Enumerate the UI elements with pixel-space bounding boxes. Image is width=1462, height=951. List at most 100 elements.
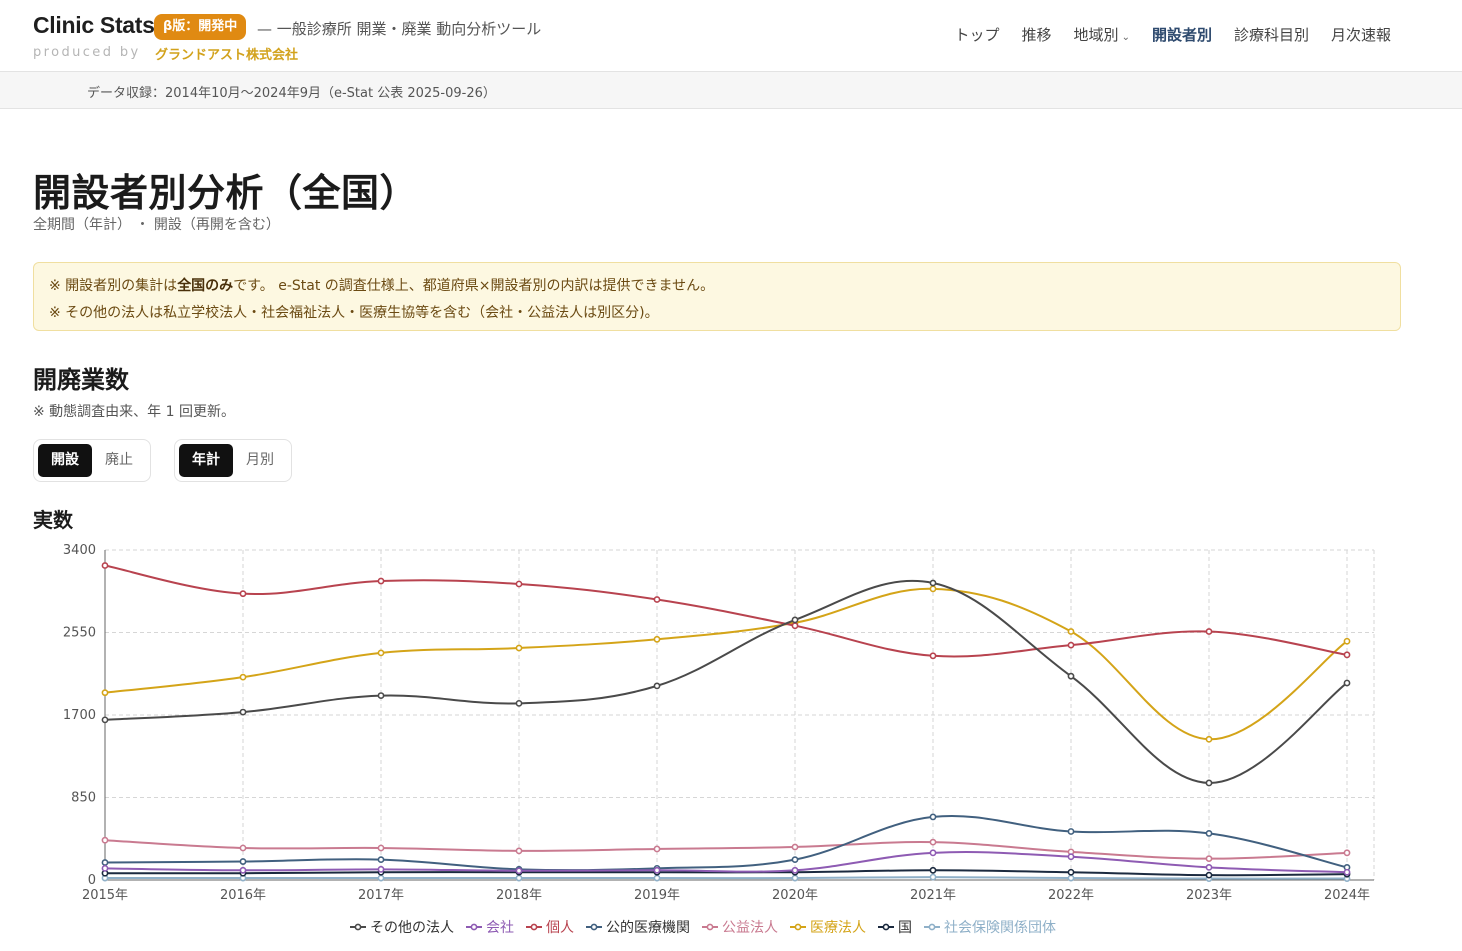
top-navbar: Clinic Stats β版：開発中 — 一般診療所 開業・廃業 動向分析ツー…: [0, 0, 1462, 72]
data-point: [653, 635, 661, 643]
data-point: [377, 856, 385, 864]
data-coverage-text: データ収録：2014年10月〜2024年9月（e-Stat 公表 2025-09…: [87, 86, 496, 101]
series-line: [104, 564, 1348, 658]
data-point: [377, 577, 385, 585]
nav-founder[interactable]: 開設者別: [1141, 24, 1223, 45]
data-point: [101, 859, 109, 866]
legend-item[interactable]: 医療法人: [790, 917, 866, 937]
data-point: [1343, 651, 1351, 659]
data-point: [377, 865, 385, 873]
chart-title: 実数: [33, 508, 73, 532]
data-point: [1205, 735, 1213, 743]
toggle-close-button[interactable]: 廃止: [92, 444, 146, 477]
beta-badge: β版：開発中: [154, 14, 247, 40]
data-point: [791, 622, 799, 630]
data-coverage-bar: データ収録：2014年10月〜2024年9月（e-Stat 公表 2025-09…: [0, 72, 1462, 109]
nav-specialty[interactable]: 診療科目別: [1223, 24, 1320, 45]
legend-item[interactable]: 公益法人: [702, 917, 778, 937]
data-point: [1205, 830, 1213, 837]
data-point: [515, 699, 523, 707]
x-tick-label: 2021年: [910, 888, 956, 903]
data-point: [515, 644, 523, 652]
data-point: [791, 856, 799, 864]
period-toggle: 年計 月別: [174, 439, 292, 482]
data-point: [515, 874, 523, 882]
data-point: [1205, 871, 1213, 879]
data-point: [377, 874, 385, 882]
data-point: [239, 844, 247, 852]
legend-label: 会社: [486, 920, 514, 936]
nav-trend[interactable]: 推移: [1011, 24, 1063, 45]
x-tick-label: 2022年: [1048, 888, 1094, 903]
legend-marker: [586, 923, 602, 931]
data-point: [929, 813, 937, 821]
legend-label: 社会保険関係団体: [944, 920, 1056, 936]
notice-box: ※ 開設者別の集計は全国のみです。 e-Stat の調査仕様上、都道府県×開設者…: [33, 262, 1401, 331]
legend-item[interactable]: 公的医療機関: [586, 917, 690, 937]
data-point: [1205, 628, 1213, 635]
tagline: — 一般診療所 開業・廃業 動向分析ツール: [257, 20, 542, 38]
legend-label: 医療法人: [810, 920, 866, 936]
nav-monthly[interactable]: 月次速報: [1320, 24, 1402, 45]
legend-marker: [790, 923, 806, 931]
chart-legend: その他の法人 会社 個人 公的医療機関 公益法人 医療法人 国 社会保険関係団体: [0, 917, 1406, 937]
legend-label: 国: [898, 920, 912, 936]
legend-item[interactable]: 個人: [526, 917, 574, 937]
brand-logo[interactable]: Clinic Stats: [33, 12, 155, 39]
company-name: グランドアスト株式会社: [155, 48, 299, 63]
nav-top[interactable]: トップ: [944, 24, 1011, 45]
data-point: [929, 838, 937, 846]
notice-line-1-pre: ※ 開設者別の集計は: [49, 278, 178, 294]
legend-item[interactable]: 会社: [466, 917, 514, 937]
chevron-down-icon: ⌄: [1121, 32, 1130, 43]
data-point: [1343, 849, 1351, 857]
y-tick-label: 0: [88, 873, 96, 888]
data-point: [791, 866, 799, 874]
data-point: [653, 866, 661, 874]
legend-marker: [702, 923, 718, 931]
toggle-open-button[interactable]: 開設: [38, 444, 92, 477]
legend-item[interactable]: その他の法人: [350, 917, 454, 937]
y-tick-label: 850: [71, 791, 96, 806]
y-tick-label: 3400: [63, 543, 96, 558]
data-point: [929, 579, 937, 587]
nav-region[interactable]: 地域別 ⌄: [1063, 24, 1141, 45]
notice-line-1: ※ 開設者別の集計は全国のみです。 e-Stat の調査仕様上、都道府県×開設者…: [49, 273, 1385, 300]
data-point: [101, 836, 109, 844]
page-subtitle: 全期間（年計） ・ 開設（再開を含む）: [33, 217, 280, 233]
x-tick-label: 2020年: [772, 888, 818, 903]
data-point: [101, 562, 109, 569]
legend-item[interactable]: 社会保険関係団体: [924, 917, 1056, 937]
legend-marker: [878, 923, 894, 931]
data-point: [1067, 853, 1075, 861]
series-line: [104, 839, 1348, 860]
data-point: [515, 580, 523, 588]
series-line: [104, 851, 1348, 874]
data-point: [653, 874, 661, 882]
x-tick-label: 2018年: [496, 888, 542, 903]
legend-label: その他の法人: [370, 920, 454, 936]
data-point: [515, 867, 523, 875]
data-point: [653, 596, 661, 603]
notice-line-1-post: です。 e-Stat の調査仕様上、都道府県×開設者別の内訳は提供できません。: [233, 278, 715, 294]
data-point: [239, 708, 247, 716]
legend-item[interactable]: 国: [878, 917, 912, 937]
y-tick-label: 1700: [63, 708, 96, 723]
data-point: [1205, 855, 1213, 863]
legend-marker: [526, 923, 542, 931]
toggle-annual-button[interactable]: 年計: [179, 444, 233, 477]
data-point: [101, 689, 109, 697]
data-point: [929, 849, 937, 857]
toggle-monthly-button[interactable]: 月別: [233, 444, 287, 477]
x-tick-label: 2017年: [358, 888, 404, 903]
x-tick-label: 2019年: [634, 888, 680, 903]
data-point: [653, 682, 661, 690]
data-point: [1067, 828, 1075, 835]
legend-marker: [924, 923, 940, 931]
section-note: ※ 動態調査由来、年 1 回更新。: [33, 404, 235, 420]
x-tick-label: 2023年: [1186, 888, 1232, 903]
data-point: [1067, 641, 1075, 649]
data-point: [377, 649, 385, 657]
kind-toggle: 開設 廃止: [33, 439, 151, 482]
produced-by-label: produced by: [33, 45, 141, 60]
